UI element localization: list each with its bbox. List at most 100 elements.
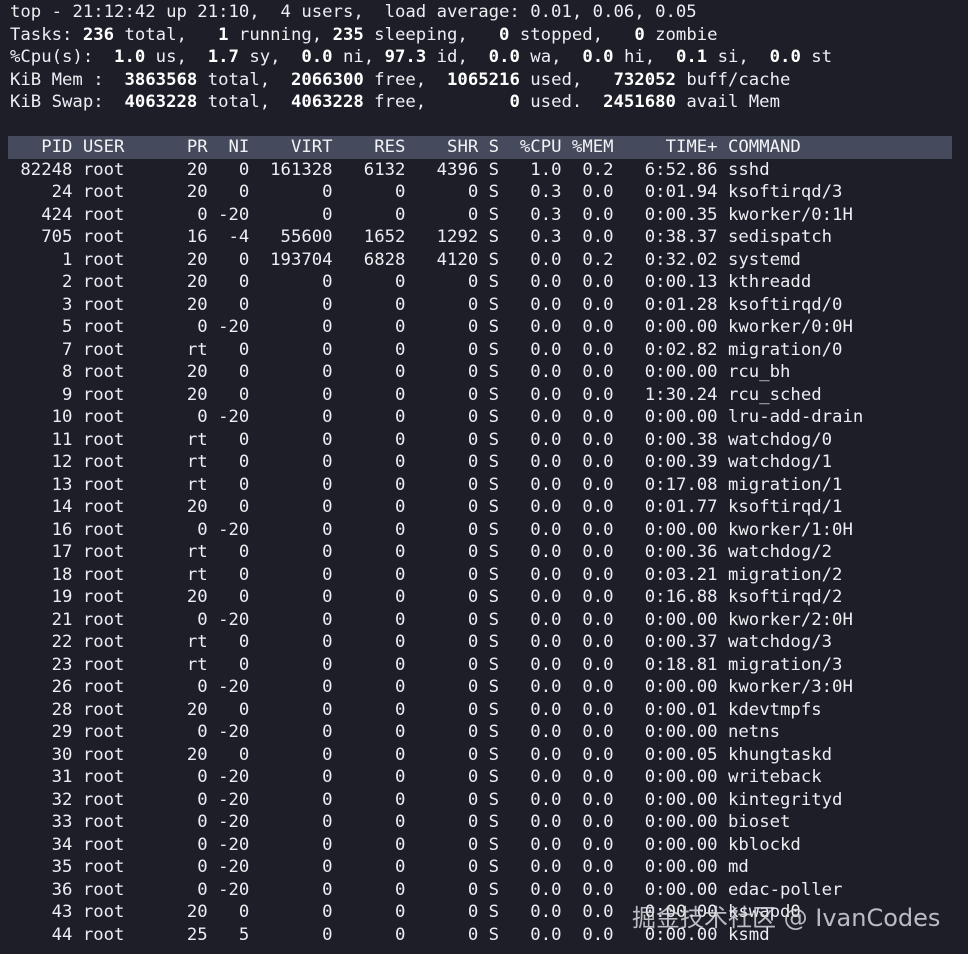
top-terminal: top - 21:12:42 up 21:10, 4 users, load a… <box>8 1 952 946</box>
cell-mem: 0.0 <box>571 834 614 855</box>
cell-virt: 55600 <box>259 227 333 247</box>
cell-cpu: 0.0 <box>519 744 562 765</box>
cell-command: systemd <box>728 249 801 270</box>
cell-pr: 20 <box>176 182 208 202</box>
cell-shr: 0 <box>415 474 479 495</box>
cell-ni: -20 <box>218 519 250 540</box>
cell-virt: 0 <box>259 609 333 630</box>
cell-cpu: 0.0 <box>519 789 562 810</box>
process-row: 8 root 20 0 0 0 0 S 0.0 0.0 0:00.00 rcu_… <box>10 361 952 384</box>
cell-ni: -20 <box>218 879 250 900</box>
cell-pid: 8 <box>10 362 73 382</box>
cell-user: root <box>82 474 167 495</box>
cell-command: kworker/2:0H <box>728 609 853 630</box>
cell-pid: 13 <box>10 474 73 495</box>
cell-pr: 0 <box>176 204 208 225</box>
cell-pid: 26 <box>10 677 73 697</box>
cell-shr: 0 <box>415 879 479 900</box>
cell-command: bioset <box>728 812 791 832</box>
cell-ni: 0 <box>218 699 250 720</box>
cell-pr: 20 <box>176 497 208 517</box>
cell-user: root <box>82 587 167 607</box>
cell-ni: 0 <box>218 564 250 585</box>
cell-time: 0:00.00 <box>623 362 718 382</box>
cell-virt: 0 <box>259 834 333 855</box>
cell-mem: 0.0 <box>571 429 614 450</box>
cell-pid: 35 <box>10 857 73 877</box>
cell-pr: 0 <box>176 407 208 427</box>
cell-state: S <box>488 407 500 427</box>
cell-res: 0 <box>342 857 406 877</box>
cell-cpu: 0.0 <box>519 294 562 315</box>
cell-res: 0 <box>342 834 406 855</box>
cell-ni: -20 <box>218 722 250 742</box>
cell-command: kdevtmpfs <box>728 699 822 720</box>
cell-user: root <box>82 677 167 697</box>
cell-pid: 18 <box>10 564 73 585</box>
cell-cpu: 0.0 <box>519 564 562 585</box>
cell-pr: 0 <box>176 879 208 900</box>
process-row: 35 root 0 -20 0 0 0 S 0.0 0.0 0:00.00 md <box>10 856 952 879</box>
cell-res: 6132 <box>342 159 406 180</box>
cell-time: 0:01.77 <box>623 497 718 517</box>
cell-user: root <box>82 429 167 450</box>
cell-ni: 0 <box>218 182 250 202</box>
cell-ni: 0 <box>218 452 250 472</box>
cell-pr: rt <box>176 564 208 585</box>
process-row: 18 root rt 0 0 0 0 S 0.0 0.0 0:03.21 mig… <box>10 564 952 587</box>
cell-virt: 0 <box>259 722 333 742</box>
process-row: 34 root 0 -20 0 0 0 S 0.0 0.0 0:00.00 kb… <box>10 834 952 857</box>
cell-pr: 20 <box>176 249 208 270</box>
cell-pr: 0 <box>176 857 208 877</box>
cell-ni: -20 <box>218 317 250 337</box>
cell-state: S <box>488 654 500 675</box>
cell-pid: 28 <box>10 699 73 720</box>
cell-state: S <box>488 632 500 652</box>
cell-virt: 0 <box>259 429 333 450</box>
cell-pid: 21 <box>10 609 73 630</box>
cell-virt: 0 <box>259 654 333 675</box>
process-row: 21 root 0 -20 0 0 0 S 0.0 0.0 0:00.00 kw… <box>10 609 952 632</box>
cell-cpu: 0.0 <box>519 362 562 382</box>
process-row: 24 root 20 0 0 0 0 S 0.3 0.0 0:01.94 kso… <box>10 181 952 204</box>
cell-command: kthreadd <box>728 272 812 292</box>
cell-command: watchdog/1 <box>728 452 833 472</box>
cell-user: root <box>82 879 167 900</box>
cell-user: root <box>82 654 167 675</box>
process-row: 28 root 20 0 0 0 0 S 0.0 0.0 0:00.01 kde… <box>10 699 952 722</box>
cell-mem: 0.0 <box>571 519 614 540</box>
cell-res: 0 <box>342 902 406 922</box>
cell-res: 0 <box>342 609 406 630</box>
cell-virt: 0 <box>259 699 333 720</box>
cell-shr: 0 <box>415 564 479 585</box>
cell-state: S <box>488 519 500 540</box>
cell-ni: 0 <box>218 542 250 562</box>
column-header-shr: SHR <box>415 137 479 157</box>
cell-command: rcu_sched <box>728 384 822 405</box>
cell-cpu: 0.0 <box>519 452 562 472</box>
cell-virt: 0 <box>259 452 333 472</box>
cell-state: S <box>488 564 500 585</box>
cell-command: kblockd <box>728 834 801 855</box>
cell-command: watchdog/0 <box>728 429 833 450</box>
cell-virt: 0 <box>259 632 333 652</box>
cell-time: 6:52.86 <box>623 159 718 180</box>
cell-time: 0:00.00 <box>623 789 718 810</box>
cell-pr: 20 <box>176 902 208 922</box>
process-row: 9 root 20 0 0 0 0 S 0.0 0.0 1:30.24 rcu_… <box>10 384 952 407</box>
cell-res: 0 <box>342 474 406 495</box>
cell-mem: 0.0 <box>571 767 614 787</box>
cell-user: root <box>82 317 167 337</box>
cell-ni: -4 <box>218 227 250 247</box>
cell-cpu: 0.0 <box>519 317 562 337</box>
cell-shr: 0 <box>415 362 479 382</box>
cell-cpu: 0.0 <box>519 474 562 495</box>
cell-cpu: 0.0 <box>519 632 562 652</box>
cell-pid: 43 <box>10 902 73 922</box>
cell-pr: 20 <box>176 699 208 720</box>
cell-time: 0:00.05 <box>623 744 718 765</box>
process-table-header: PID USER PR NI VIRT RES SHR S %CPU %MEM … <box>8 136 952 159</box>
cell-pr: 0 <box>176 812 208 832</box>
cell-cpu: 0.0 <box>519 497 562 517</box>
cell-virt: 0 <box>259 362 333 382</box>
